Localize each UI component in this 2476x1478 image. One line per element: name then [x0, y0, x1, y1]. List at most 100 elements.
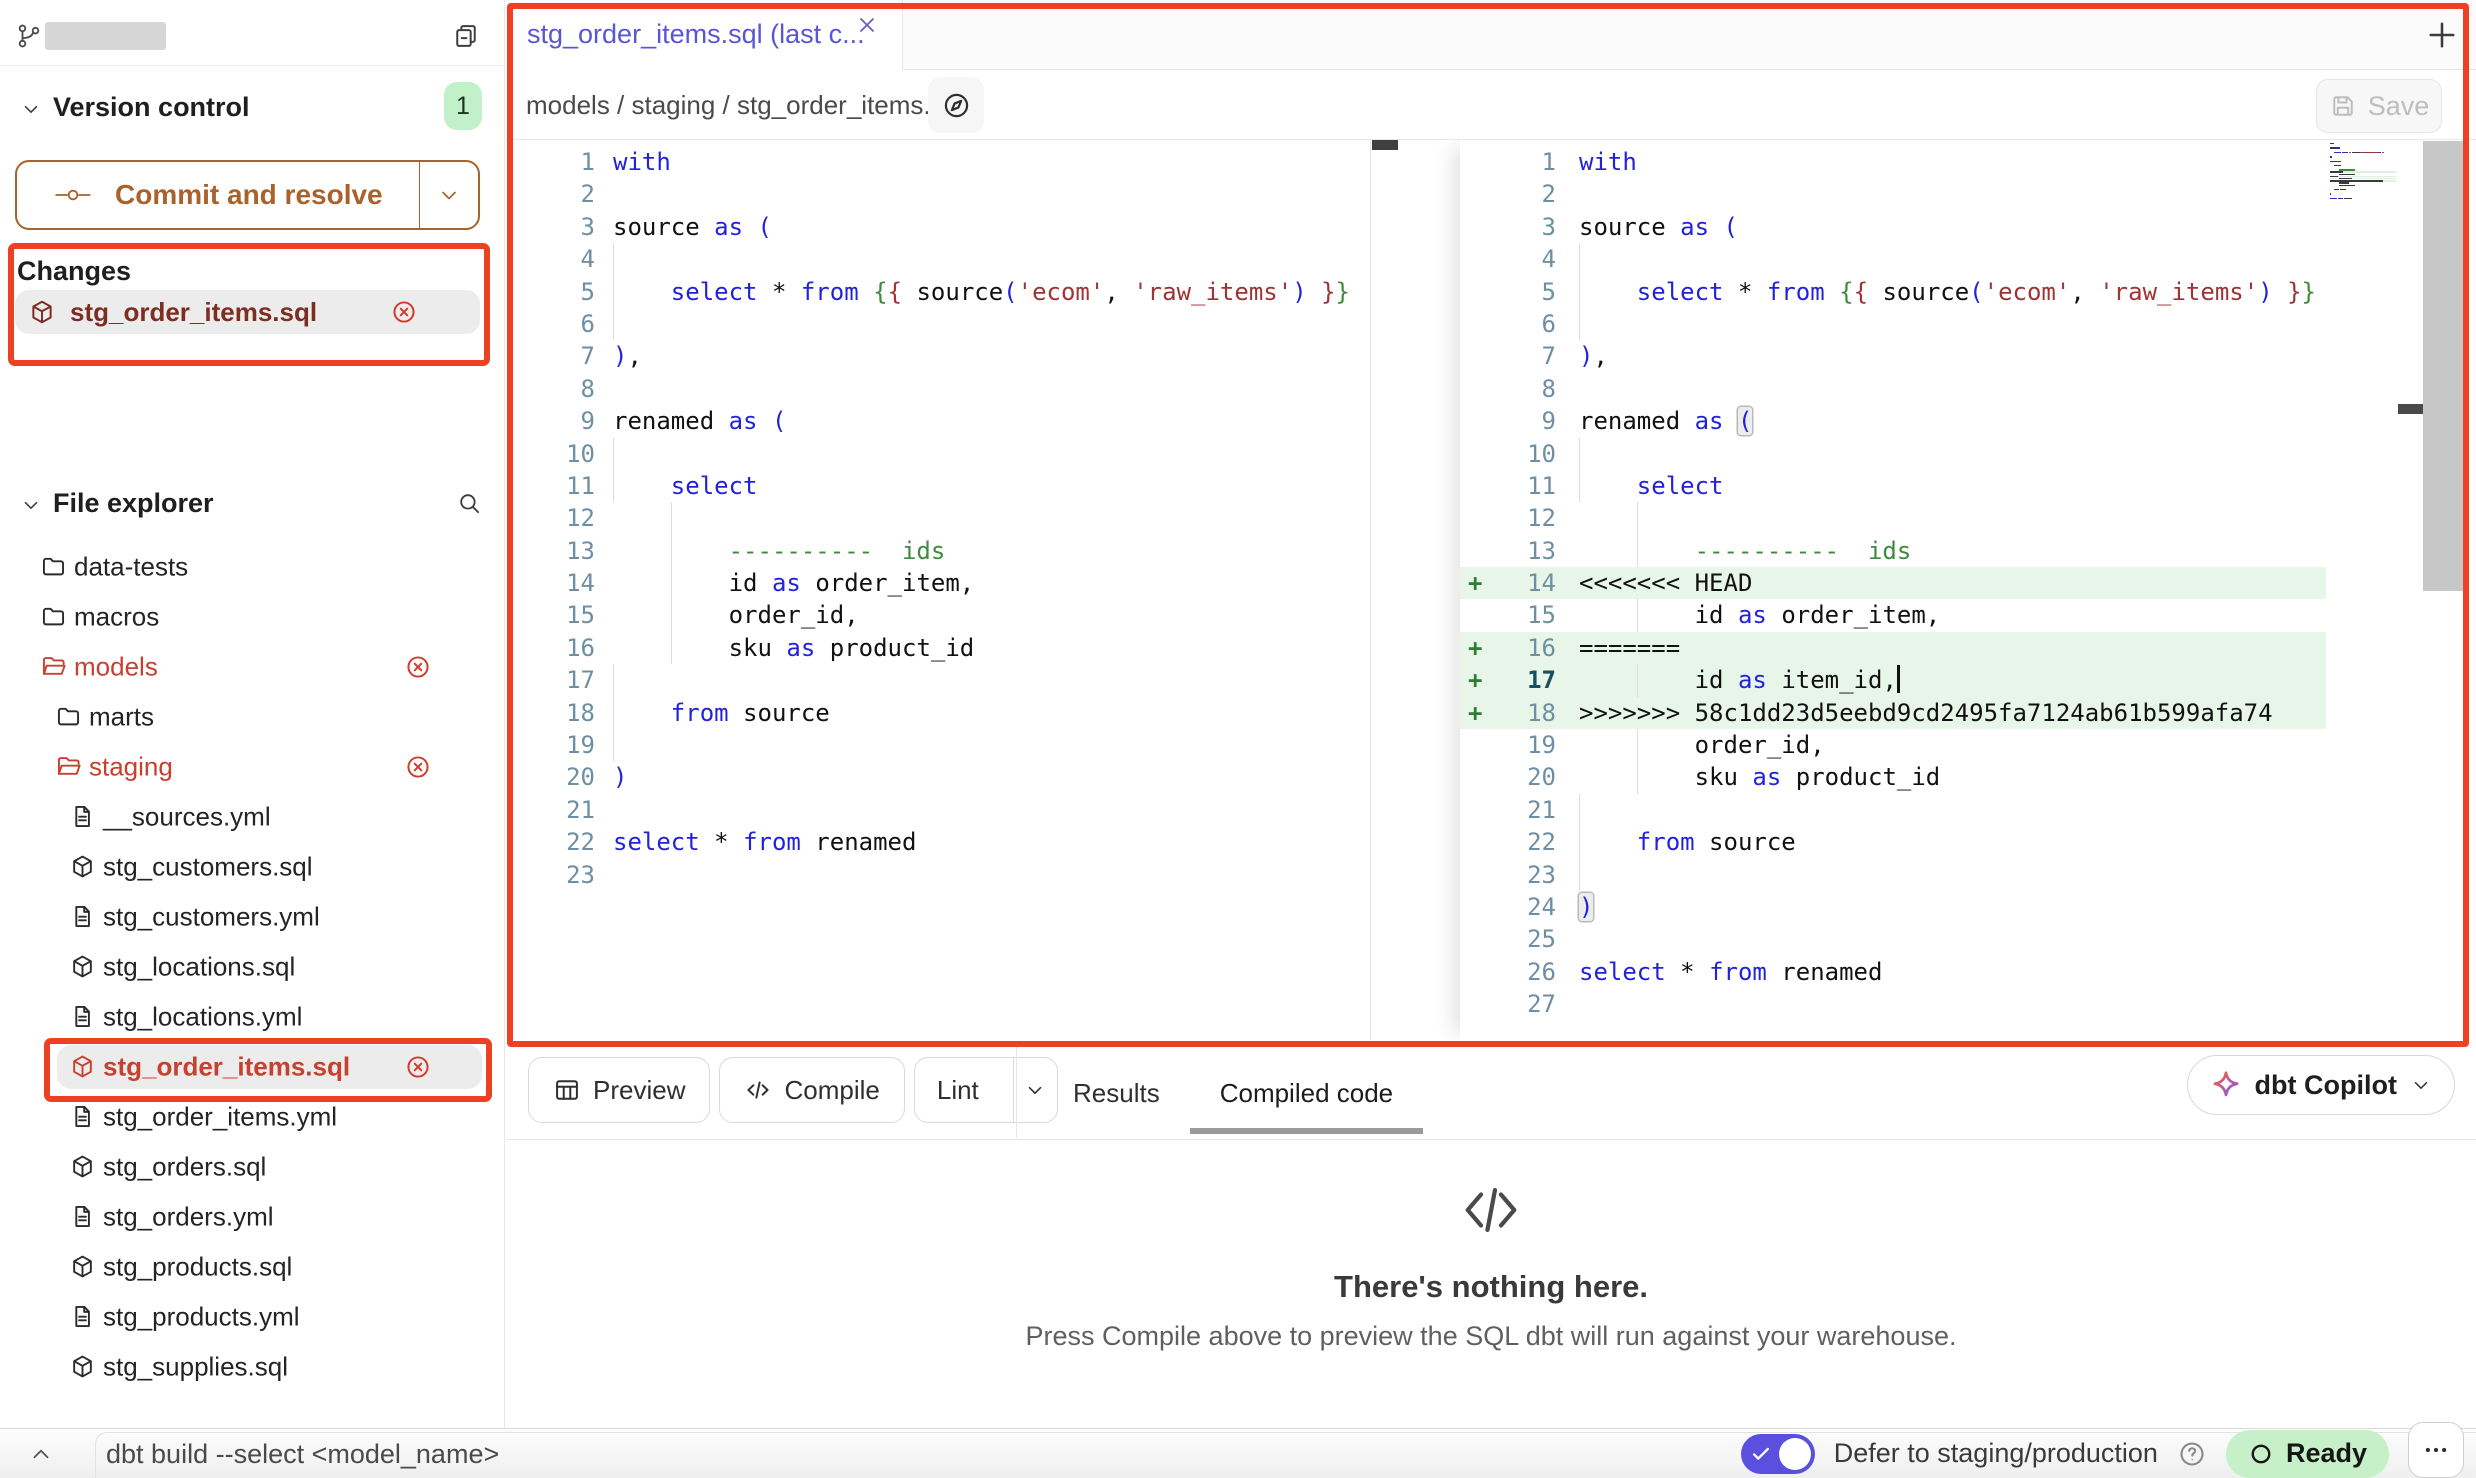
line-number: 2 — [1460, 178, 1556, 210]
file-item-stg_products.sql[interactable]: stg_products.sql — [0, 1242, 504, 1292]
compile-button[interactable]: Compile — [719, 1057, 904, 1123]
line-number: 8 — [506, 373, 595, 405]
tab-stg-order-items[interactable]: stg_order_items.sql (last c... — [506, 0, 903, 70]
minimap[interactable] — [2330, 143, 2396, 202]
tab-results[interactable]: Results — [1043, 1047, 1190, 1139]
more-options-button[interactable] — [2408, 1422, 2464, 1478]
line-number: 8 — [1460, 373, 1556, 405]
file-icon — [69, 903, 96, 930]
code-line-4: 4 — [506, 243, 1370, 275]
file-item-stg_products.yml[interactable]: stg_products.yml — [0, 1292, 504, 1342]
code-line-10: 10 — [1460, 438, 2326, 470]
line-number: 16 — [1460, 632, 1556, 664]
line-number: 14 — [506, 567, 595, 599]
command-input[interactable]: dbt build --select <model_name> — [106, 1439, 499, 1470]
chevron-up-icon[interactable] — [28, 1441, 54, 1467]
save-button-label: Save — [2368, 91, 2430, 122]
connection-status-badge[interactable]: Ready — [2226, 1430, 2389, 1478]
lineage-compass-button[interactable] — [928, 77, 984, 133]
close-icon[interactable] — [854, 12, 880, 38]
file-item-label: stg_orders.sql — [103, 1152, 266, 1183]
file-item-label: data-tests — [74, 552, 188, 583]
model-icon — [69, 1153, 96, 1180]
conflict-x-circle-icon[interactable] — [404, 753, 432, 781]
conflict-x-circle-icon[interactable] — [404, 1053, 432, 1081]
editor-split-view: 1with23source as (45 select * from {{ so… — [506, 140, 2476, 1040]
help-icon[interactable] — [2177, 1439, 2207, 1469]
conflict-x-circle-icon[interactable] — [390, 298, 418, 326]
lint-label: Lint — [937, 1075, 979, 1106]
code-line-13: 13 ---------- ids — [1460, 535, 2326, 567]
file-icon — [69, 803, 96, 830]
line-number: 14 — [1460, 567, 1556, 599]
code-line-18: 18 from source — [506, 697, 1370, 729]
file-item-models[interactable]: models — [0, 642, 504, 692]
line-number: 25 — [1460, 923, 1556, 955]
file-item-label: stg_order_items.sql — [103, 1052, 350, 1083]
chevron-down-icon — [20, 98, 42, 120]
save-button[interactable]: Save — [2316, 79, 2442, 133]
file-item-__sources.yml[interactable]: __sources.yml — [0, 792, 504, 842]
folder-icon — [40, 603, 67, 630]
tab-compiled-code[interactable]: Compiled code — [1190, 1047, 1423, 1139]
model-icon — [69, 1353, 96, 1380]
file-item-data-tests[interactable]: data-tests — [0, 542, 504, 592]
right-pane-scrollbar-thumb[interactable] — [2398, 404, 2423, 414]
line-number: 6 — [1460, 308, 1556, 340]
new-tab-button[interactable] — [2424, 17, 2460, 53]
preview-button[interactable]: Preview — [528, 1057, 710, 1123]
defer-label: Defer to staging/production — [1834, 1438, 2158, 1469]
defer-toggle[interactable] — [1741, 1434, 1815, 1474]
right-scrollbar-track[interactable] — [2423, 141, 2468, 591]
search-icon[interactable] — [456, 490, 482, 516]
folder-icon — [40, 553, 67, 580]
file-item-stg_customers.sql[interactable]: stg_customers.sql — [0, 842, 504, 892]
breadcrumb-row: models / staging / stg_order_items.sql S… — [506, 70, 2476, 140]
copilot-label: dbt Copilot — [2255, 1070, 2397, 1101]
file-item-label: marts — [89, 702, 154, 733]
dbt-copilot-button[interactable]: dbt Copilot — [2187, 1055, 2455, 1115]
chevron-down-icon — [437, 183, 461, 207]
line-number: 13 — [506, 535, 595, 567]
code-line-2: 2 — [506, 178, 1370, 210]
file-item-stg_order_items.yml[interactable]: stg_order_items.yml — [0, 1092, 504, 1142]
file-item-label: stg_locations.sql — [103, 952, 295, 983]
changes-count-badge: 1 — [444, 82, 482, 130]
left-pane-scrollbar-thumb[interactable] — [1372, 140, 1398, 150]
line-number: 20 — [506, 761, 595, 793]
file-item-label: stg_products.sql — [103, 1252, 292, 1283]
file-item-stg_locations.sql[interactable]: stg_locations.sql — [0, 942, 504, 992]
toolbar-divider — [1016, 1047, 1017, 1138]
chevron-down-icon — [20, 494, 42, 516]
file-item-stg_orders.yml[interactable]: stg_orders.yml — [0, 1192, 504, 1242]
commit-options-dropdown[interactable] — [419, 162, 478, 228]
folder-open-icon — [55, 753, 82, 780]
file-item-label: stg_products.yml — [103, 1302, 300, 1333]
editor-tab-bar: stg_order_items.sql (last c... — [506, 0, 2476, 70]
version-control-header[interactable]: Version control 1 — [0, 86, 504, 130]
lint-button[interactable]: Lint — [915, 1058, 1001, 1122]
file-item-stg_supplies.sql[interactable]: stg_supplies.sql — [0, 1342, 504, 1392]
file-explorer-header[interactable]: File explorer — [0, 482, 504, 526]
editor-pane-original[interactable]: 1with23source as (45 select * from {{ so… — [506, 140, 1370, 1040]
pane-divider — [1370, 140, 1371, 1040]
changed-file-stg-order-items[interactable]: stg_order_items.sql — [15, 290, 480, 334]
editor-pane-current[interactable]: 1with23source as (45 select * from {{ so… — [1460, 140, 2326, 1040]
file-item-staging[interactable]: staging — [0, 742, 504, 792]
file-item-marts[interactable]: marts — [0, 692, 504, 742]
file-item-stg_locations.yml[interactable]: stg_locations.yml — [0, 992, 504, 1042]
commit-and-resolve-button[interactable]: Commit and resolve — [15, 160, 480, 230]
file-item-stg_customers.yml[interactable]: stg_customers.yml — [0, 892, 504, 942]
copy-icon[interactable] — [452, 22, 480, 50]
editor-toolbar: Preview Compile Lint Results Compiled co… — [506, 1047, 2476, 1140]
model-icon — [69, 853, 96, 880]
git-commit-icon — [53, 182, 93, 208]
code-line-22: 22 from source — [1460, 826, 2326, 858]
code-line-14: +14<<<<<<< HEAD — [1460, 567, 2326, 599]
file-item-macros[interactable]: macros — [0, 592, 504, 642]
file-item-stg_order_items.sql[interactable]: stg_order_items.sql — [0, 1042, 504, 1092]
line-number: 23 — [506, 859, 595, 891]
conflict-x-circle-icon[interactable] — [404, 653, 432, 681]
line-number: 24 — [1460, 891, 1556, 923]
file-item-stg_orders.sql[interactable]: stg_orders.sql — [0, 1142, 504, 1192]
